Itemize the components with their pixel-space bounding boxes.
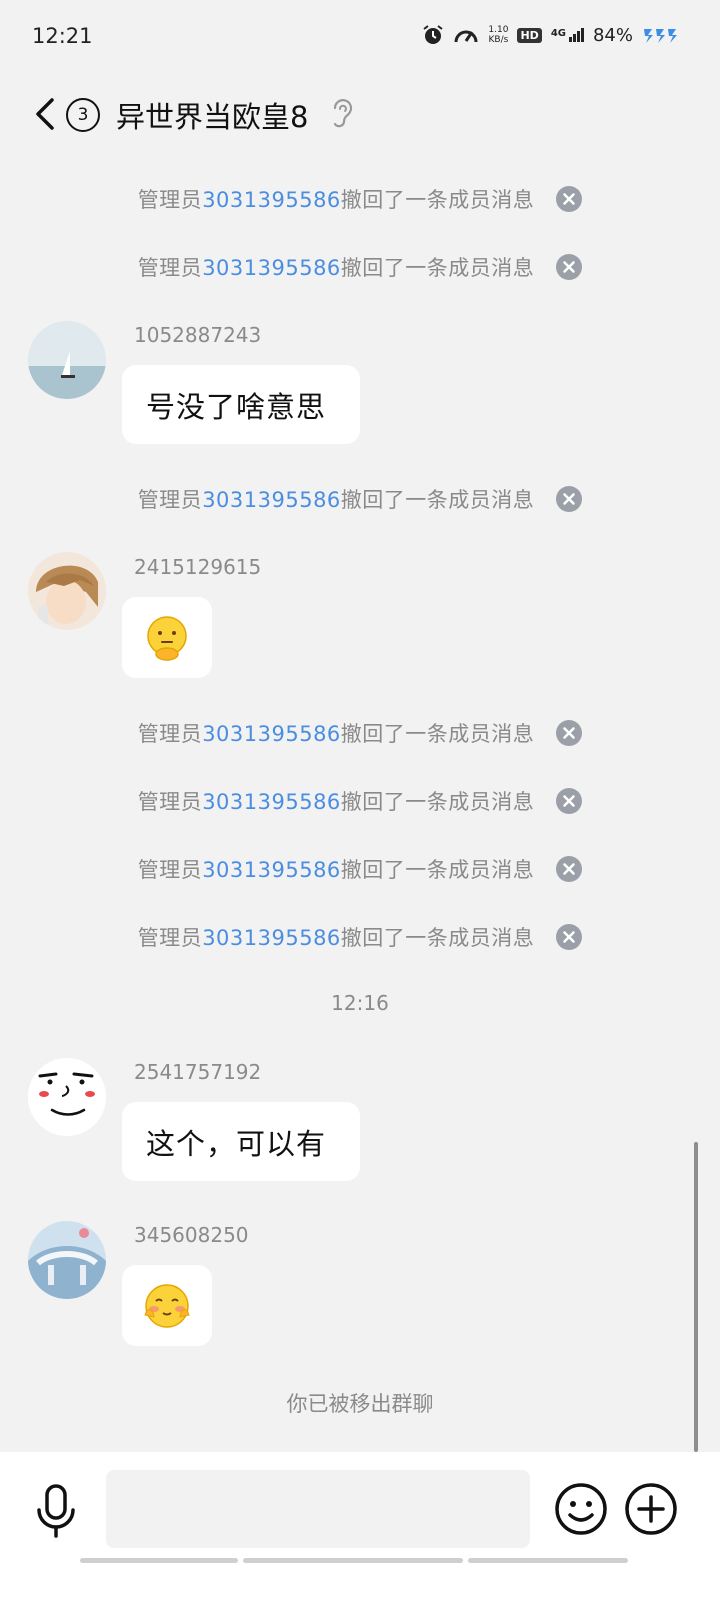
- message-bubble[interactable]: 这个，可以有: [122, 1102, 360, 1181]
- recall-notice-text: 管理员3031395586撤回了一条成员消息: [137, 722, 535, 746]
- plus-icon[interactable]: [624, 1482, 678, 1536]
- battery-percent: 84%: [592, 24, 633, 46]
- battery-charging-icon: [644, 29, 677, 43]
- anime-avatar-image: [28, 552, 106, 630]
- thinking-emoji-icon: [147, 615, 187, 661]
- recall-notice-text: 管理员3031395586撤回了一条成员消息: [137, 926, 535, 950]
- hd-badge: HD: [517, 27, 542, 43]
- scenery-avatar-image: [28, 1221, 106, 1299]
- sender-id[interactable]: 2415129615: [134, 555, 261, 579]
- sailboat-avatar-image: [28, 321, 106, 399]
- dismiss-icon[interactable]: [556, 720, 583, 746]
- recall-notice: 管理员3031395586撤回了一条成员消息: [0, 718, 720, 748]
- admin-id-link[interactable]: 3031395586: [202, 790, 341, 814]
- admin-id-link[interactable]: 3031395586: [202, 722, 341, 746]
- gesture-bar-left: [80, 1558, 238, 1563]
- unread-count-badge[interactable]: 3: [66, 98, 100, 132]
- avatar-face[interactable]: [28, 1058, 106, 1136]
- recall-notice: 管理员3031395586撤回了一条成员消息: [0, 484, 720, 514]
- message-bubble[interactable]: [122, 1265, 212, 1346]
- avatar-sailboat[interactable]: [28, 321, 106, 399]
- admin-id-link[interactable]: 3031395586: [202, 256, 341, 280]
- blushing-emoji-icon: [144, 1283, 190, 1328]
- recall-notice: 管理员3031395586撤回了一条成员消息: [0, 184, 720, 214]
- recall-notice-text: 管理员3031395586撤回了一条成员消息: [137, 256, 535, 280]
- dismiss-icon[interactable]: [556, 486, 583, 512]
- input-bar: [0, 1452, 720, 1600]
- face-avatar-image: [28, 1058, 106, 1136]
- sender-id[interactable]: 2541757192: [134, 1060, 261, 1084]
- status-icons: 1.10 KB/s HD 4G 84%: [422, 24, 680, 46]
- emoji-icon[interactable]: [554, 1482, 608, 1536]
- dismiss-icon[interactable]: [556, 788, 583, 814]
- status-bar: 12:21 1.10 KB/s HD 4G 84%: [0, 0, 720, 75]
- back-arrow-icon[interactable]: [30, 94, 60, 134]
- recall-notice: 管理员3031395586撤回了一条成员消息: [0, 252, 720, 282]
- network-type: 4G: [550, 28, 566, 39]
- removed-from-group-notice: 你已被移出群聊: [286, 1392, 434, 1416]
- admin-id-link[interactable]: 3031395586: [202, 188, 341, 212]
- recall-notice: 管理员3031395586撤回了一条成员消息: [0, 786, 720, 816]
- dismiss-icon[interactable]: [556, 254, 583, 280]
- chat-title[interactable]: 异世界当欧皇8: [116, 94, 308, 136]
- microphone-icon[interactable]: [34, 1482, 78, 1540]
- gesture-bar-right: [468, 1558, 628, 1563]
- signal-icon: 4G: [551, 28, 584, 42]
- admin-id-link[interactable]: 3031395586: [202, 858, 341, 882]
- avatar-anime[interactable]: [28, 552, 106, 630]
- speedometer-icon: [454, 30, 478, 43]
- admin-id-link[interactable]: 3031395586: [202, 488, 341, 512]
- recall-notice-text: 管理员3031395586撤回了一条成员消息: [137, 488, 535, 512]
- recall-notice-text: 管理员3031395586撤回了一条成员消息: [137, 188, 535, 212]
- status-time: 12:21: [32, 24, 93, 48]
- message-timestamp: 12:16: [331, 991, 389, 1015]
- dismiss-icon[interactable]: [556, 856, 583, 882]
- gesture-bar-center: [243, 1558, 463, 1563]
- message-input[interactable]: [106, 1470, 530, 1548]
- scrollbar[interactable]: [694, 1142, 698, 1452]
- alarm-icon: [423, 25, 444, 44]
- speed-value: 1.10: [488, 25, 509, 35]
- message-bubble[interactable]: 号没了啥意思: [122, 365, 360, 444]
- message-bubble[interactable]: [122, 597, 212, 678]
- sender-id[interactable]: 1052887243: [134, 323, 261, 347]
- speed-unit: KB/s: [488, 35, 509, 45]
- earpiece-mode-icon[interactable]: [330, 96, 356, 132]
- network-speed: 1.10 KB/s: [488, 25, 508, 45]
- sender-id[interactable]: 345608250: [134, 1223, 249, 1247]
- dismiss-icon[interactable]: [556, 186, 583, 212]
- recall-notice: 管理员3031395586撤回了一条成员消息: [0, 922, 720, 952]
- avatar-scenery[interactable]: [28, 1221, 106, 1299]
- recall-notice-text: 管理员3031395586撤回了一条成员消息: [137, 790, 535, 814]
- admin-id-link[interactable]: 3031395586: [202, 926, 341, 950]
- recall-notice-text: 管理员3031395586撤回了一条成员消息: [137, 858, 535, 882]
- chat-header: 3 异世界当欧皇8: [0, 80, 720, 150]
- recall-notice: 管理员3031395586撤回了一条成员消息: [0, 854, 720, 884]
- dismiss-icon[interactable]: [556, 924, 583, 950]
